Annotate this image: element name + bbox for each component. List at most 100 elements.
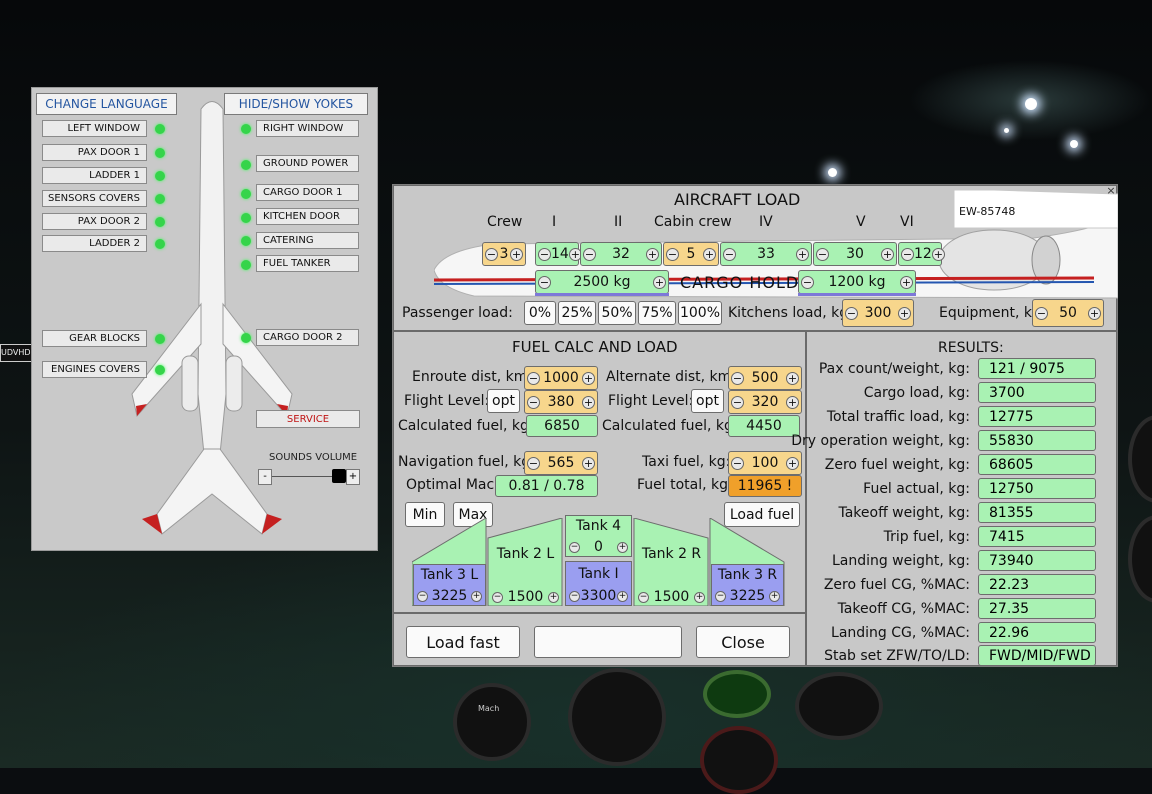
- engines-covers-button[interactable]: ENGINES COVERS: [42, 361, 147, 378]
- fuel-total-label: Fuel total, kg:: [637, 477, 733, 493]
- result-row-ld-cg: Landing CG, %MAC: 22.96: [807, 622, 1116, 644]
- crew-stepper[interactable]: −3 +: [482, 242, 526, 266]
- optimal-mach-value: 0.81 / 0.78: [495, 475, 598, 497]
- enroute-label: Enroute dist, km:: [412, 369, 533, 385]
- section-5-stepper[interactable]: −30 +: [813, 242, 897, 266]
- result-row-stab: Stab set ZFW/TO/LD: FWD/MID/FWD: [807, 645, 1116, 667]
- sensors-covers-button[interactable]: SENSORS COVERS: [42, 190, 147, 207]
- section-5-header: V: [856, 214, 866, 230]
- sounds-volume-slider[interactable]: - +: [258, 468, 360, 486]
- calc-fuel-2-label: Calculated fuel, kg:: [602, 418, 738, 434]
- kitchens-load-stepper[interactable]: −300 +: [842, 299, 914, 327]
- left-window-button[interactable]: LEFT WINDOW: [42, 120, 147, 137]
- sensors-covers-indicator: [155, 194, 165, 204]
- pax-100-button[interactable]: 100%: [678, 301, 722, 325]
- fl2-opt-button[interactable]: opt: [691, 389, 724, 413]
- ground-power-button[interactable]: GROUND POWER: [256, 155, 359, 172]
- crew-header: Crew: [487, 214, 523, 230]
- hide-show-yokes-button[interactable]: HIDE/SHOW YOKES: [224, 93, 368, 115]
- pax-50-button[interactable]: 50%: [598, 301, 636, 325]
- apron-light: [828, 168, 837, 177]
- cargo-fwd-stepper[interactable]: −2500 kg +: [535, 270, 669, 294]
- close-icon[interactable]: ×: [1105, 185, 1117, 197]
- aircraft-load-section: AIRCRAFT LOAD EW-85748 Crew I II Cabin c…: [393, 185, 1118, 331]
- close-button[interactable]: Close: [696, 626, 790, 658]
- result-row-fuel-actual: Fuel actual, kg: 12750: [807, 478, 1116, 500]
- fl-opt-button[interactable]: opt: [487, 389, 520, 413]
- tank-3l[interactable]: Tank 3 L −3225 +: [413, 564, 486, 606]
- flight-level-2-stepper[interactable]: −320 +: [728, 390, 802, 414]
- ladder-1-button[interactable]: LADDER 1: [42, 167, 147, 184]
- apron-light: [1025, 98, 1037, 110]
- catering-button[interactable]: CATERING: [256, 232, 359, 249]
- pax-door-1-button[interactable]: PAX DOOR 1: [42, 144, 147, 161]
- registration-label: EW-85748: [959, 205, 1016, 218]
- section-2-stepper[interactable]: −32 +: [580, 242, 662, 266]
- nav-fuel-stepper[interactable]: −565 +: [524, 451, 598, 475]
- cabin-crew-stepper[interactable]: −5 +: [663, 242, 719, 266]
- tank-2l[interactable]: Tank 2 L −1500 +: [489, 538, 562, 606]
- cargo-aft-stepper[interactable]: −1200 kg +: [798, 270, 916, 294]
- result-row-zfw: Zero fuel weight, kg: 68605: [807, 454, 1116, 476]
- cabin-crew-header: Cabin crew: [654, 214, 732, 230]
- cargo-aft-bar: [798, 293, 916, 296]
- ground-services-panel: CHANGE LANGUAGE HIDE/SHOW YOKES LEFT WIN…: [31, 87, 378, 551]
- taxi-fuel-stepper[interactable]: −100 +: [728, 451, 802, 475]
- apron-light: [1004, 128, 1009, 133]
- mach-gauge: [453, 683, 531, 761]
- hsi-gauge: [795, 672, 883, 740]
- right-window-button[interactable]: RIGHT WINDOW: [256, 120, 359, 137]
- ground-power-indicator: [241, 160, 251, 170]
- calc-fuel-2-value: 4450: [728, 415, 800, 437]
- aircraft-load-title: AIRCRAFT LOAD: [674, 190, 801, 209]
- ladder-2-button[interactable]: LADDER 2: [42, 235, 147, 252]
- nav-fuel-label: Navigation fuel, kg:: [398, 454, 535, 470]
- taxi-fuel-label: Taxi fuel, kg:: [642, 454, 731, 470]
- tank-1[interactable]: Tank I −3300 +: [565, 561, 632, 606]
- volume-minus-button[interactable]: -: [258, 469, 272, 485]
- results-section: RESULTS: Pax count/weight, kg: 121 / 9075…: [791, 331, 1117, 667]
- gear-blocks-indicator: [155, 334, 165, 344]
- section-1-stepper[interactable]: −14 +: [535, 242, 582, 266]
- attitude-gauge: [568, 668, 666, 766]
- alternate-label: Alternate dist, km:: [606, 369, 737, 385]
- result-row-to-cg: Takeoff CG, %MAC: 27.35: [807, 598, 1116, 620]
- apron-light: [1070, 140, 1078, 148]
- fuel-tanker-button[interactable]: FUEL TANKER: [256, 255, 359, 272]
- cargo-door-1-button[interactable]: CARGO DOOR 1: [256, 184, 359, 201]
- radar-gauge: [703, 670, 771, 718]
- pax-0-button[interactable]: 0%: [524, 301, 556, 325]
- volume-plus-button[interactable]: +: [346, 469, 360, 485]
- section-2-header: II: [614, 214, 623, 230]
- fuel-total-value: 11965 !: [728, 475, 802, 497]
- tank-4[interactable]: Tank 4 −0 +: [565, 515, 632, 557]
- result-row-cargo: Cargo load, kg: 3700: [807, 382, 1116, 404]
- kitchen-door-button[interactable]: KITCHEN DOOR: [256, 208, 359, 225]
- result-row-lw: Landing weight, kg: 73940: [807, 550, 1116, 572]
- result-row-zf-cg: Zero fuel CG, %MAC: 22.23: [807, 574, 1116, 596]
- pax-75-button[interactable]: 75%: [638, 301, 676, 325]
- pax-25-button[interactable]: 25%: [558, 301, 596, 325]
- right-window-indicator: [241, 124, 251, 134]
- alternate-stepper[interactable]: −500 +: [728, 366, 802, 390]
- flight-level-label: Flight Level:: [404, 393, 490, 409]
- result-row-traffic: Total traffic load, kg: 12775: [807, 406, 1116, 428]
- equipment-stepper[interactable]: −50 +: [1032, 299, 1104, 327]
- volume-knob[interactable]: [331, 469, 346, 483]
- change-language-button[interactable]: CHANGE LANGUAGE: [36, 93, 177, 115]
- equipment-label: Equipment, kg:: [939, 305, 1046, 321]
- fuel-section: FUEL CALC AND LOAD Enroute dist, km: −10…: [393, 331, 806, 613]
- gear-blocks-button[interactable]: GEAR BLOCKS: [42, 330, 147, 347]
- pax-door-2-button[interactable]: PAX DOOR 2: [42, 213, 147, 230]
- enroute-stepper[interactable]: −1000 +: [524, 366, 598, 390]
- bottom-bar: Load fast Close: [393, 613, 806, 666]
- section-6-stepper[interactable]: −12 +: [898, 242, 945, 266]
- service-button[interactable]: SERVICE: [256, 410, 360, 428]
- aircraft-load-dialog: AIRCRAFT LOAD EW-85748 Crew I II Cabin c…: [392, 184, 1118, 667]
- section-4-stepper[interactable]: −33 +: [720, 242, 812, 266]
- load-fast-button[interactable]: Load fast: [406, 626, 520, 658]
- tank-3r[interactable]: Tank 3 R −3225 +: [711, 564, 784, 606]
- cargo-door-2-button[interactable]: CARGO DOOR 2: [256, 329, 359, 346]
- flight-level-stepper[interactable]: −380 +: [524, 390, 598, 414]
- tank-2r[interactable]: Tank 2 R −1500 +: [635, 538, 708, 606]
